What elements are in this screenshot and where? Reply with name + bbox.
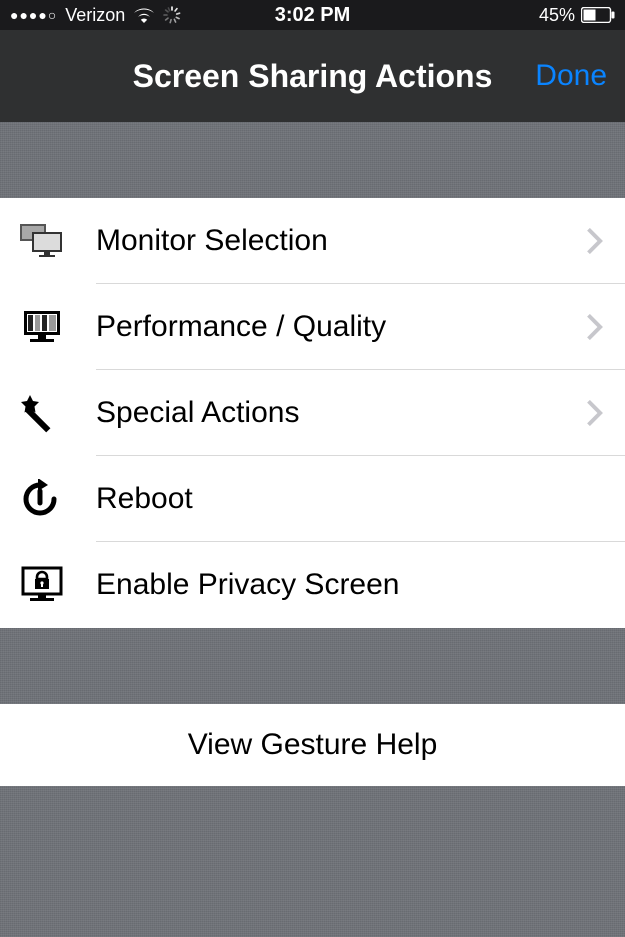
actions-list: Monitor Selection Performance / Quality bbox=[0, 198, 625, 628]
battery-pct: 45% bbox=[539, 5, 575, 26]
privacy-screen-icon bbox=[20, 566, 78, 604]
carrier-label: Verizon bbox=[65, 5, 125, 26]
gesture-help-label: View Gesture Help bbox=[188, 728, 438, 762]
spinner-icon bbox=[163, 6, 181, 24]
battery-icon bbox=[581, 7, 615, 23]
background-linen bbox=[0, 628, 625, 704]
reboot-icon bbox=[20, 479, 78, 519]
navbar: Screen Sharing Actions Done bbox=[0, 30, 625, 122]
signal-dots-icon: ●●●●○ bbox=[10, 7, 57, 23]
monitor-selection-icon bbox=[20, 224, 78, 258]
background-linen bbox=[0, 122, 625, 198]
row-performance-quality[interactable]: Performance / Quality bbox=[0, 284, 625, 370]
chevron-right-icon bbox=[587, 228, 603, 254]
chevron-right-icon bbox=[587, 400, 603, 426]
magic-wand-icon bbox=[20, 393, 78, 433]
row-monitor-selection[interactable]: Monitor Selection bbox=[0, 198, 625, 284]
status-bar: ●●●●○ Verizon 3:02 PM bbox=[0, 0, 625, 30]
background-linen bbox=[0, 786, 625, 937]
status-right: 45% bbox=[539, 5, 615, 26]
page-title: Screen Sharing Actions bbox=[133, 58, 493, 95]
row-label: Special Actions bbox=[96, 396, 587, 430]
row-special-actions[interactable]: Special Actions bbox=[0, 370, 625, 456]
performance-icon bbox=[20, 309, 78, 345]
chevron-right-icon bbox=[587, 314, 603, 340]
done-button[interactable]: Done bbox=[535, 59, 607, 93]
row-label: Monitor Selection bbox=[96, 224, 587, 258]
row-label: Reboot bbox=[96, 482, 625, 516]
status-left: ●●●●○ Verizon bbox=[10, 5, 181, 26]
row-enable-privacy-screen[interactable]: Enable Privacy Screen bbox=[0, 542, 625, 628]
row-label: Performance / Quality bbox=[96, 310, 587, 344]
row-label: Enable Privacy Screen bbox=[96, 568, 625, 602]
status-time: 3:02 PM bbox=[275, 4, 351, 27]
wifi-icon bbox=[133, 7, 155, 23]
view-gesture-help-button[interactable]: View Gesture Help bbox=[0, 704, 625, 786]
row-reboot[interactable]: Reboot bbox=[0, 456, 625, 542]
